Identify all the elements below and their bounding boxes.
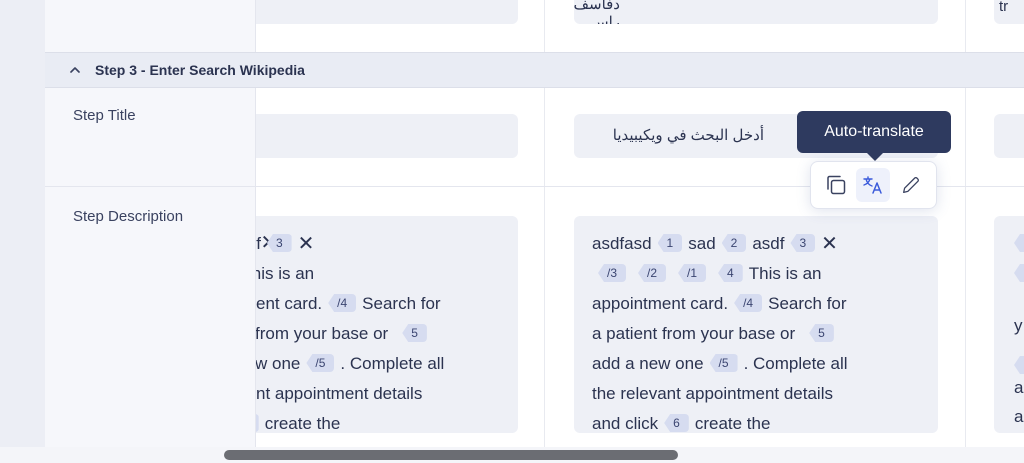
desc-text: asdf xyxy=(752,234,785,253)
marker-tag: 3 xyxy=(266,234,292,252)
desc-text: y xyxy=(1014,316,1023,335)
marker-tag: /2 xyxy=(638,264,667,282)
desc-text: ent card. xyxy=(256,294,323,313)
title-cell-text: أدخل البحث في ويكيبيديا xyxy=(612,127,764,144)
title-cell-col3[interactable] xyxy=(994,114,1024,158)
marker-tag: 1 xyxy=(657,234,683,252)
step-title-label: Step Title xyxy=(73,107,136,124)
desc-text: w one xyxy=(255,354,301,373)
marker-tag: 4 xyxy=(718,264,743,282)
desc-text: create the xyxy=(264,414,341,433)
marker-tag xyxy=(1014,356,1024,374)
desc-text: a patient from your base or xyxy=(592,324,796,343)
desc-text: create the xyxy=(694,414,771,433)
edit-button[interactable] xyxy=(894,168,928,202)
marker-tag xyxy=(1014,264,1024,282)
desc-text: . Complete all xyxy=(743,354,848,373)
desc-text: Search for xyxy=(768,294,847,313)
marker-tag: 5 xyxy=(402,324,427,342)
prev-cell-text: دفاسف راس xyxy=(574,0,620,24)
left-gutter xyxy=(0,0,45,463)
step-header[interactable]: Step 3 - Enter Search Wikipedia xyxy=(45,52,1024,88)
prev-cell-col2[interactable]: دفاسف راس xyxy=(574,0,938,24)
close-icon[interactable]: ✕ xyxy=(298,233,315,255)
desc-text: This is an xyxy=(748,264,822,283)
marker-tag: /5 xyxy=(709,354,738,372)
marker-tag: 6 xyxy=(664,414,689,432)
marker-tag: /3 xyxy=(598,264,627,282)
desc-text: sad xyxy=(688,234,716,253)
desc-text: the relevant appointment details xyxy=(592,384,833,403)
marker-tag: /4 xyxy=(734,294,763,312)
copy-icon xyxy=(827,175,846,195)
close-icon[interactable]: ✕ xyxy=(821,233,838,255)
cell-action-toolbar xyxy=(810,161,937,209)
desc-text: a xyxy=(1014,407,1024,426)
desc-text: nt appointment details xyxy=(256,384,423,403)
copy-button[interactable] xyxy=(819,168,853,202)
desc-text: a xyxy=(1014,378,1024,397)
desc-text: add a new one xyxy=(592,354,704,373)
step-description-label: Step Description xyxy=(73,208,184,225)
marker-tag: /1 xyxy=(678,264,707,282)
marker-tag: /4 xyxy=(328,294,357,312)
auto-translate-button[interactable] xyxy=(856,168,891,202)
marker-tag xyxy=(1014,234,1024,252)
marker-tag: /5 xyxy=(306,354,335,372)
desc-text: from your base or xyxy=(255,324,389,343)
prev-cell-col3[interactable]: tr xyxy=(994,0,1024,24)
description-cell-col3[interactable]: y a a xyxy=(994,216,1024,433)
pencil-icon xyxy=(903,177,920,193)
prev-cell-col3-text: tr xyxy=(999,0,1009,15)
horizontal-scrollbar[interactable] xyxy=(0,447,1024,463)
row-divider xyxy=(45,186,255,187)
marker-tag: 3 xyxy=(790,234,816,252)
tooltip-text: Auto-translate xyxy=(824,123,924,140)
step-title: Step 3 - Enter Search Wikipedia xyxy=(95,62,305,78)
tooltip: Auto-translate xyxy=(797,111,951,153)
scrollbar-thumb[interactable] xyxy=(224,450,678,460)
desc-text: asdfasd xyxy=(592,234,652,253)
marker-tag: 5 xyxy=(809,324,834,342)
desc-text: . Complete all xyxy=(340,354,445,373)
desc-text: Search for xyxy=(362,294,441,313)
tooltip-arrow xyxy=(866,152,884,161)
marker-tag: 2 xyxy=(721,234,747,252)
desc-text: appointment card. xyxy=(592,294,729,313)
desc-text: and click xyxy=(592,414,659,433)
translate-icon xyxy=(863,176,883,194)
chevron-up-icon[interactable] xyxy=(67,62,83,78)
